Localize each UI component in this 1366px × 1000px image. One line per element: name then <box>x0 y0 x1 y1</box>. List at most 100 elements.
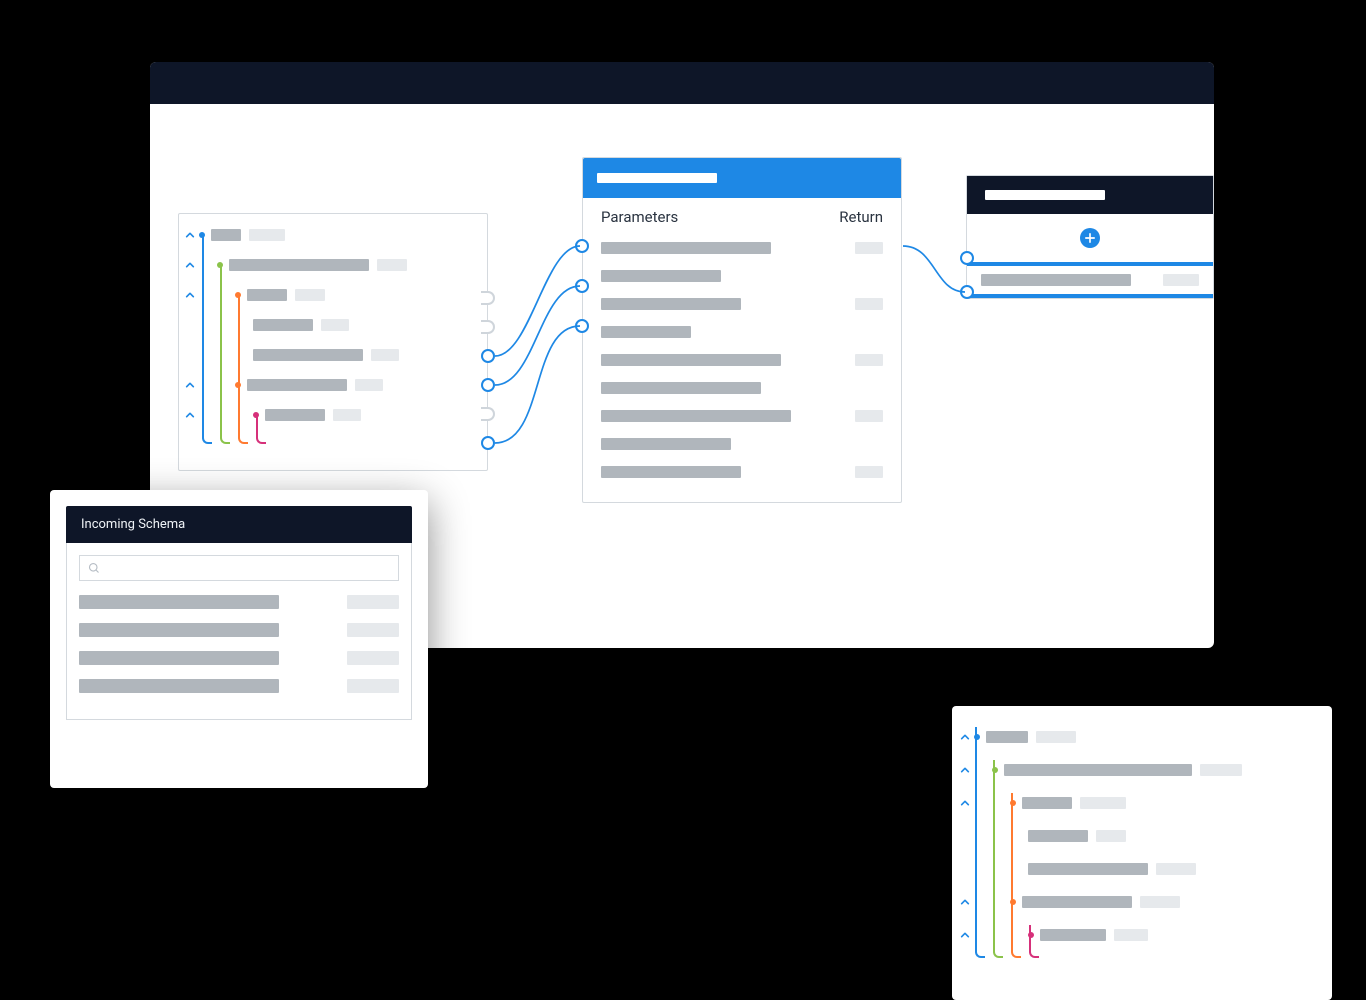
tree-brace <box>238 294 248 444</box>
parameter-row[interactable] <box>601 292 883 316</box>
source-schema-panel <box>178 213 488 471</box>
parameters-card-header <box>583 158 901 198</box>
param-name-bar <box>601 242 771 254</box>
parameter-row[interactable] <box>601 264 883 288</box>
tree-label-bar <box>1022 797 1072 809</box>
param-name-bar <box>601 382 761 394</box>
tree-label-bar <box>247 289 287 301</box>
source-port[interactable] <box>481 407 495 421</box>
schema-name-bar <box>79 651 279 665</box>
source-port-connected[interactable] <box>481 349 495 363</box>
param-input-port[interactable] <box>575 279 589 293</box>
parameter-row[interactable] <box>601 460 883 484</box>
tree-label-bar <box>1040 929 1106 941</box>
tree-type-bar <box>1096 830 1126 842</box>
return-column-label: Return <box>839 208 883 226</box>
param-input-port[interactable] <box>575 239 589 253</box>
schema-tag-bar <box>347 651 399 665</box>
chevron-up-icon[interactable] <box>958 763 972 777</box>
parameters-body <box>583 230 901 502</box>
chevron-up-icon[interactable] <box>183 228 197 242</box>
param-name-bar <box>601 410 791 422</box>
tree-type-bar <box>377 259 407 271</box>
tree-row[interactable] <box>958 753 1314 786</box>
param-name-bar <box>601 438 731 450</box>
schema-result-row[interactable] <box>79 623 399 637</box>
schema-name-bar <box>79 595 279 609</box>
schema-tag-bar <box>347 679 399 693</box>
parameters-card: Parameters Return <box>582 157 902 503</box>
source-port[interactable] <box>481 320 495 334</box>
param-return-bar <box>855 242 883 254</box>
chevron-up-icon <box>183 348 197 362</box>
incoming-schema-popover: Incoming Schema <box>50 490 428 788</box>
tree-label-bar <box>253 319 313 331</box>
parameter-row[interactable] <box>601 432 883 456</box>
param-name-bar <box>601 326 691 338</box>
add-button[interactable] <box>1080 228 1100 248</box>
chevron-up-icon[interactable] <box>958 928 972 942</box>
output-title-placeholder <box>985 190 1105 200</box>
schema-result-row[interactable] <box>79 595 399 609</box>
chevron-up-icon <box>183 318 197 332</box>
source-port-connected[interactable] <box>481 378 495 392</box>
param-name-bar <box>601 354 781 366</box>
chevron-up-icon[interactable] <box>183 408 197 422</box>
tree-type-bar <box>1114 929 1148 941</box>
param-name-bar <box>601 298 741 310</box>
tree-type-bar <box>1200 764 1242 776</box>
tree-label-bar <box>229 259 369 271</box>
param-input-port[interactable] <box>575 319 589 333</box>
tree-brace <box>256 414 266 444</box>
parameter-row[interactable] <box>601 404 883 428</box>
param-return-bar <box>855 354 883 366</box>
parameters-title-placeholder <box>597 173 717 183</box>
parameter-row[interactable] <box>601 236 883 260</box>
tree-type-bar <box>249 229 285 241</box>
parameter-row[interactable] <box>601 320 883 344</box>
output-mapped-row[interactable] <box>967 262 1213 298</box>
tree-brace <box>1029 925 1039 958</box>
tree-type-bar <box>1140 896 1180 908</box>
schema-result-row[interactable] <box>79 651 399 665</box>
chevron-up-icon[interactable] <box>958 895 972 909</box>
schema-tree-popover <box>952 706 1332 1000</box>
tree-row[interactable] <box>183 220 477 250</box>
schema-name-bar <box>79 623 279 637</box>
tree-brace <box>202 234 212 444</box>
chevron-up-icon[interactable] <box>183 378 197 392</box>
chevron-up-icon[interactable] <box>183 258 197 272</box>
source-port-connected[interactable] <box>481 436 495 450</box>
schema-result-row[interactable] <box>79 679 399 693</box>
param-return-bar <box>855 466 883 478</box>
search-input[interactable] <box>79 555 399 581</box>
tree-type-bar <box>295 289 325 301</box>
tree-row[interactable] <box>958 951 1314 984</box>
param-name-bar <box>601 270 721 282</box>
chevron-up-icon[interactable] <box>958 730 972 744</box>
tree-label-bar <box>986 731 1028 743</box>
output-input-port[interactable] <box>960 285 974 299</box>
output-card <box>966 175 1214 299</box>
incoming-schema-title: Incoming Schema <box>66 506 412 543</box>
tree-type-bar <box>1156 863 1196 875</box>
tree-label-bar <box>211 229 241 241</box>
chevron-up-icon[interactable] <box>183 288 197 302</box>
tree-type-bar <box>1080 797 1126 809</box>
source-port[interactable] <box>481 291 495 305</box>
tree-type-bar <box>321 319 349 331</box>
parameter-row[interactable] <box>601 376 883 400</box>
chevron-up-icon[interactable] <box>958 796 972 810</box>
tree-row[interactable] <box>958 720 1314 753</box>
param-name-bar <box>601 466 741 478</box>
chevron-up-icon <box>183 438 197 452</box>
output-input-port[interactable] <box>960 251 974 265</box>
parameter-row[interactable] <box>601 348 883 372</box>
tree-label-bar <box>1004 764 1192 776</box>
tree-brace <box>975 727 985 958</box>
chevron-up-icon <box>958 961 972 975</box>
output-add-area <box>967 214 1213 262</box>
tree-brace <box>993 760 1003 958</box>
tree-type-bar <box>355 379 383 391</box>
tree-brace <box>220 264 230 444</box>
